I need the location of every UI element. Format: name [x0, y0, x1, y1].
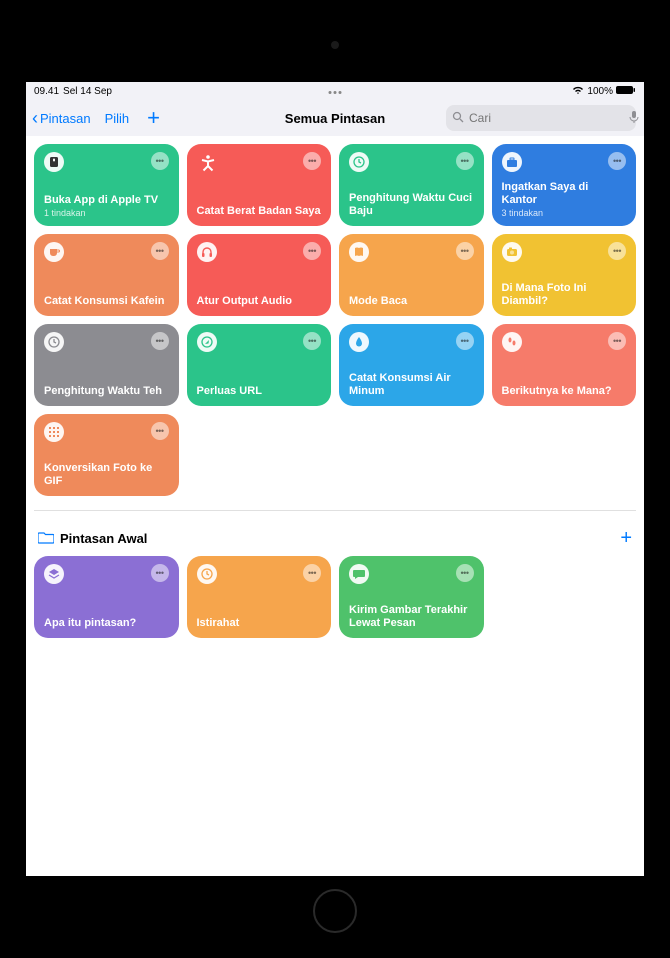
shortcut-card[interactable]: ••• Atur Output Audio: [187, 234, 332, 316]
content-area: ••• Buka App di Apple TV1 tindakan ••• Cata…: [26, 136, 644, 876]
shortcut-card[interactable]: ••• Konversikan Foto ke GIF: [34, 414, 179, 496]
battery-icon: [616, 85, 636, 98]
shortcut-title: Konversikan Foto ke GIF: [44, 462, 169, 488]
shortcut-card[interactable]: ••• Catat Konsumsi Kafein: [34, 234, 179, 316]
ipad-frame: 09.41 Sel 14 Sep 100% ‹ Pintasan: [0, 0, 670, 958]
shortcut-title: Mode Baca: [349, 295, 474, 308]
more-icon[interactable]: •••: [303, 242, 321, 260]
shortcut-title: Di Mana Foto Ini Diambil?: [502, 282, 627, 308]
accessibility-icon: [197, 152, 219, 174]
status-date: Sel 14 Sep: [63, 86, 112, 97]
battery-percent: 100%: [587, 86, 613, 97]
mic-icon[interactable]: [629, 110, 639, 127]
home-button[interactable]: [313, 889, 357, 933]
shortcut-card[interactable]: ••• Catat Berat Badan Saya: [187, 144, 332, 226]
back-button[interactable]: ‹ Pintasan: [32, 108, 91, 129]
shortcut-card[interactable]: ••• Penghitung Waktu Teh: [34, 324, 179, 406]
more-icon[interactable]: •••: [608, 242, 626, 260]
folder-icon: [38, 531, 54, 547]
clock-icon: [349, 152, 369, 172]
select-button[interactable]: Pilih: [105, 111, 130, 126]
shortcut-title: Berikutnya ke Mana?: [502, 385, 627, 398]
shortcut-title: Istirahat: [197, 617, 322, 630]
shortcut-card[interactable]: ••• Perluas URL: [187, 324, 332, 406]
shortcut-card[interactable]: ••• Ingatkan Saya di Kantor3 tindakan: [492, 144, 637, 226]
section-add-button[interactable]: +: [620, 527, 632, 550]
shortcut-title: Atur Output Audio: [197, 295, 322, 308]
shortcut-title: Penghitung Waktu Teh: [44, 385, 169, 398]
more-icon[interactable]: •••: [151, 422, 169, 440]
shortcut-title: Catat Berat Badan Saya: [197, 205, 322, 218]
shortcut-title: Penghitung Waktu Cuci Baju: [349, 192, 474, 218]
footprints-icon: [502, 332, 522, 352]
more-icon[interactable]: •••: [303, 564, 321, 582]
headphones-icon: [197, 242, 217, 262]
shortcuts-grid: ••• Buka App di Apple TV1 tindakan ••• Cata…: [34, 144, 636, 496]
shortcut-card[interactable]: ••• Apa itu pintasan?: [34, 556, 179, 638]
cup-icon: [44, 242, 64, 262]
more-icon[interactable]: •••: [151, 152, 169, 170]
back-label: Pintasan: [40, 111, 91, 126]
more-icon[interactable]: •••: [303, 332, 321, 350]
chevron-left-icon: ‹: [32, 108, 38, 129]
shortcut-title: Buka App di Apple TV: [44, 194, 169, 207]
section-header: Pintasan Awal +: [34, 510, 636, 556]
shortcut-title: Kirim Gambar Terakhir Lewat Pesan: [349, 604, 474, 630]
nav-bar: ‹ Pintasan Pilih + Semua Pintasan: [26, 100, 644, 136]
clock-icon: [197, 564, 217, 584]
page-title: Semua Pintasan: [285, 111, 385, 126]
shortcut-card[interactable]: ••• Di Mana Foto Ini Diambil?: [492, 234, 637, 316]
camera-icon: [502, 242, 522, 262]
more-icon[interactable]: •••: [151, 332, 169, 350]
search-input[interactable]: [469, 111, 624, 125]
shortcut-card[interactable]: ••• Mode Baca: [339, 234, 484, 316]
more-icon[interactable]: •••: [608, 152, 626, 170]
shortcut-card[interactable]: ••• Buka App di Apple TV1 tindakan: [34, 144, 179, 226]
more-icon[interactable]: •••: [456, 242, 474, 260]
shortcut-title: Ingatkan Saya di Kantor: [502, 181, 627, 207]
status-bar: 09.41 Sel 14 Sep 100%: [26, 82, 644, 100]
appletv-icon: [44, 152, 64, 172]
shortcut-subtitle: 1 tindakan: [44, 208, 169, 218]
more-icon[interactable]: •••: [151, 242, 169, 260]
briefcase-icon: [502, 152, 522, 172]
search-icon: [452, 111, 464, 126]
shortcut-title: Catat Konsumsi Air Minum: [349, 372, 474, 398]
shortcut-subtitle: 3 tindakan: [502, 208, 627, 218]
shortcut-card[interactable]: ••• Kirim Gambar Terakhir Lewat Pesan: [339, 556, 484, 638]
starter-shortcuts-grid: ••• Apa itu pintasan? ••• Istirahat ••• Kirim…: [34, 556, 636, 638]
more-icon[interactable]: •••: [456, 564, 474, 582]
shortcut-title: Apa itu pintasan?: [44, 617, 169, 630]
shortcut-card[interactable]: ••• Catat Konsumsi Air Minum: [339, 324, 484, 406]
water-icon: [349, 332, 369, 352]
more-icon[interactable]: •••: [456, 332, 474, 350]
book-icon: [349, 242, 369, 262]
shortcut-title: Perluas URL: [197, 385, 322, 398]
more-icon[interactable]: •••: [608, 332, 626, 350]
section-title: Pintasan Awal: [60, 531, 614, 546]
more-icon[interactable]: •••: [151, 564, 169, 582]
grid-icon: [44, 422, 64, 442]
chat-icon: [349, 564, 369, 584]
search-bar[interactable]: [446, 105, 636, 131]
shortcut-card[interactable]: ••• Istirahat: [187, 556, 332, 638]
clock-icon: [44, 332, 64, 352]
multitask-dots: [329, 88, 342, 94]
status-time: 09.41: [34, 86, 59, 97]
shortcut-card[interactable]: ••• Berikutnya ke Mana?: [492, 324, 637, 406]
more-icon[interactable]: •••: [456, 152, 474, 170]
more-icon[interactable]: •••: [303, 152, 321, 170]
screen: 09.41 Sel 14 Sep 100% ‹ Pintasan: [26, 82, 644, 876]
safari-icon: [197, 332, 217, 352]
device-camera: [331, 41, 339, 49]
shortcut-title: Catat Konsumsi Kafein: [44, 295, 169, 308]
layers-icon: [44, 564, 64, 584]
add-button[interactable]: +: [147, 105, 160, 131]
wifi-icon: [572, 85, 584, 98]
shortcut-card[interactable]: ••• Penghitung Waktu Cuci Baju: [339, 144, 484, 226]
